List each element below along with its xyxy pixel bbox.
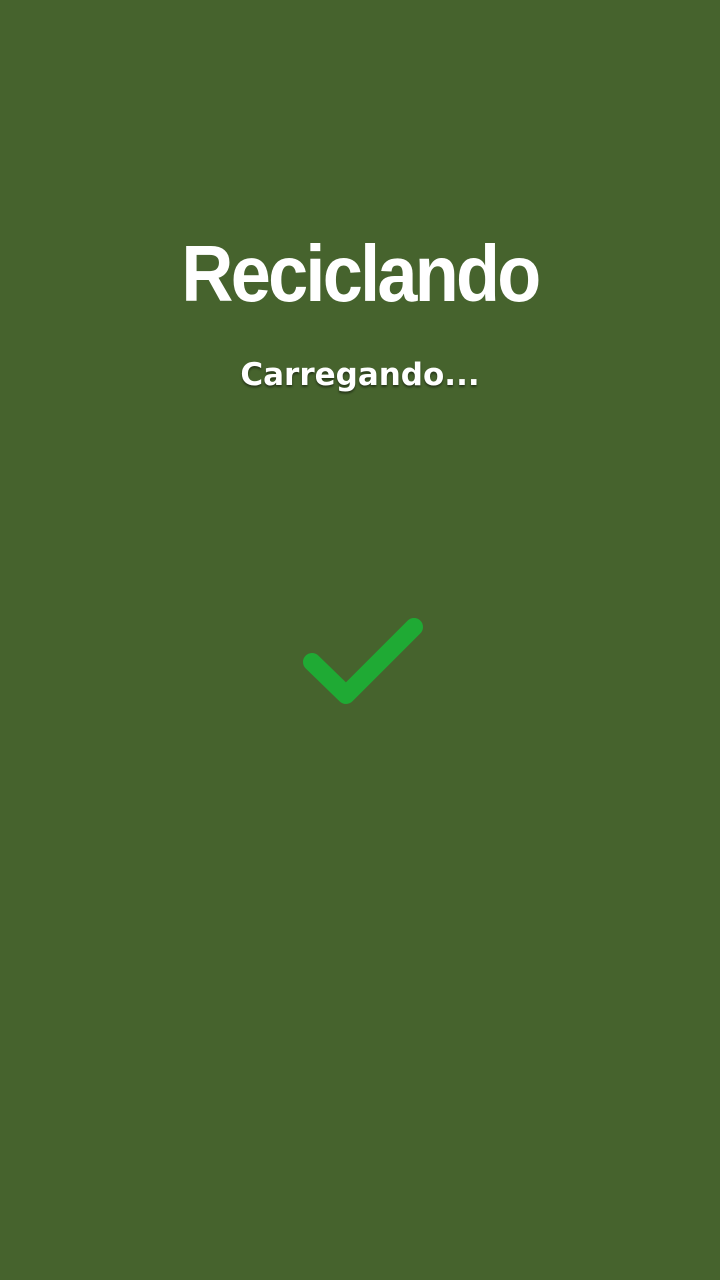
loading-text: Carregando... [240, 357, 480, 393]
splash-screen: Reciclando Carregando... [0, 0, 720, 1280]
check-icon [300, 615, 430, 710]
app-title: Reciclando [181, 229, 541, 318]
